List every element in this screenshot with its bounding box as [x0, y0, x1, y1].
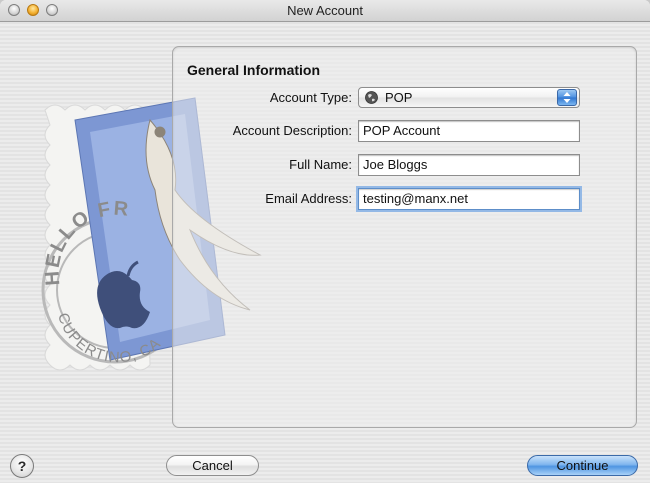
account-description-label: Account Description: [232, 123, 352, 138]
email-address-field[interactable]: testing@manx.net [358, 188, 580, 210]
popup-arrows-icon [557, 89, 577, 106]
continue-button[interactable]: Continue [527, 455, 638, 476]
account-type-popup[interactable]: POP [358, 87, 580, 108]
email-address-label: Email Address: [265, 191, 352, 206]
section-title: General Information [187, 62, 321, 78]
account-type-value: POP [385, 90, 413, 105]
globe-icon [365, 91, 378, 104]
full-name-field[interactable]: Joe Bloggs [358, 154, 580, 176]
cancel-button[interactable]: Cancel [166, 455, 259, 476]
account-description-field[interactable]: POP Account [358, 120, 580, 142]
new-account-window: New Account HELLO FR CUPERTINO, CA Gener… [0, 0, 650, 483]
full-name-label: Full Name: [289, 157, 352, 172]
title-bar: New Account [0, 0, 650, 22]
window-title: New Account [287, 3, 363, 18]
help-button[interactable]: ? [10, 454, 34, 478]
account-type-label: Account Type: [269, 90, 352, 105]
